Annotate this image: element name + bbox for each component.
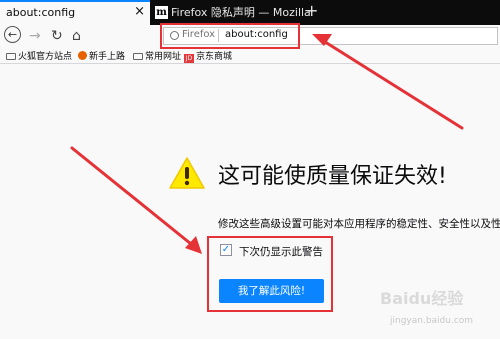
arrow-to-urlbar bbox=[320, 38, 464, 130]
arrow-to-checkbox bbox=[70, 146, 198, 250]
annotation-arrows bbox=[70, 34, 464, 254]
arrowhead-checkbox bbox=[185, 236, 202, 254]
